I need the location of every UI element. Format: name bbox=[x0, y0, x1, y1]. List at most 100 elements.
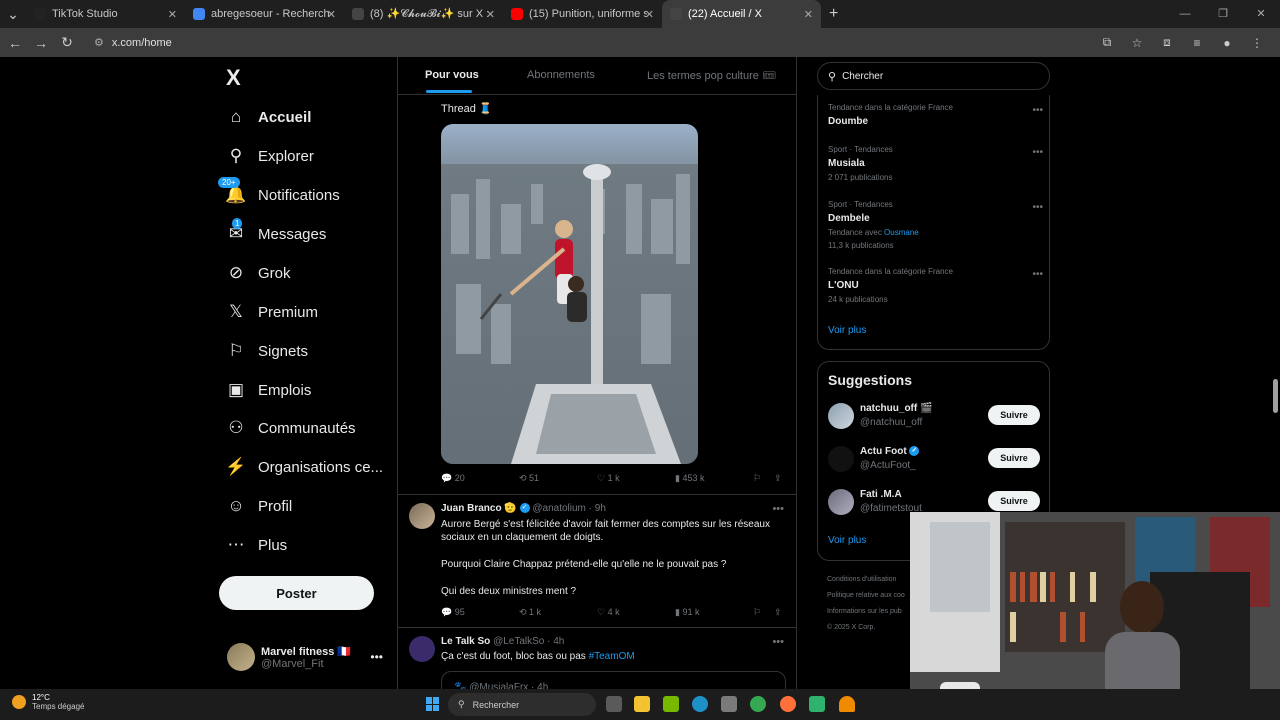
nav-item-signets[interactable]: ⚐ Signets bbox=[226, 339, 308, 363]
tweet-more-icon[interactable]: ••• bbox=[772, 636, 784, 648]
firefox-icon[interactable] bbox=[780, 696, 796, 712]
share-icon[interactable]: ⇪ bbox=[774, 473, 782, 484]
new-tab-button[interactable]: + bbox=[829, 5, 838, 23]
tab-close-icon[interactable]: ✕ bbox=[327, 8, 336, 21]
trend-item[interactable]: Tendance dans la catégorie France Doumbe •… bbox=[828, 103, 1043, 127]
follow-button[interactable]: Suivre bbox=[988, 405, 1040, 425]
trend-more-icon[interactable]: ••• bbox=[1032, 269, 1043, 280]
file-explorer-icon[interactable] bbox=[634, 696, 650, 712]
tab-pour-vous[interactable]: Pour vous bbox=[425, 69, 479, 81]
trend-related-link[interactable]: Ousmane bbox=[884, 228, 919, 237]
avatar[interactable] bbox=[409, 636, 435, 662]
reply-button[interactable]: 💬 20 bbox=[441, 473, 465, 484]
nav-item-notifications[interactable]: 🔔 20+ Notifications bbox=[218, 177, 340, 207]
tweet-more-icon[interactable]: ••• bbox=[772, 503, 784, 515]
edge-icon[interactable] bbox=[692, 696, 708, 712]
app-icon[interactable] bbox=[809, 696, 825, 712]
back-icon[interactable]: ← bbox=[2, 35, 28, 51]
task-view-icon[interactable] bbox=[606, 696, 622, 712]
nav-item-emplois[interactable]: ▣ Emplois bbox=[226, 378, 311, 402]
nav-item-plus[interactable]: ⋯ Plus bbox=[226, 533, 288, 557]
nav-item-messages[interactable]: ✉ 1 Messages bbox=[226, 218, 326, 246]
account-switcher[interactable]: Marvel fitness 🇫🇷 @Marvel_Fit ••• bbox=[227, 643, 387, 671]
footer-ads-link[interactable]: Informations sur les pub bbox=[827, 604, 905, 620]
browser-tab[interactable]: (8) ✨𝓒𝓱𝓸𝓾𝓑𝓲✨ sur X : "@w✕ bbox=[344, 0, 503, 28]
tweet-author-handle[interactable]: @LeTalkSo · 4h bbox=[493, 636, 564, 647]
trends-voir-plus-link[interactable]: Voir plus bbox=[828, 325, 866, 336]
tab-close-icon[interactable]: ✕ bbox=[645, 8, 654, 21]
trend-more-icon[interactable]: ••• bbox=[1032, 202, 1043, 213]
like-button[interactable]: ♡ 4 k bbox=[597, 607, 620, 618]
post-button[interactable]: Poster bbox=[219, 576, 374, 610]
nav-item-premium[interactable]: 𝕏 Premium bbox=[226, 300, 318, 324]
suggestion-item[interactable]: Actu Foot ✓ @ActuFoot_ Suivre bbox=[828, 446, 1040, 474]
nvidia-icon[interactable] bbox=[663, 696, 679, 712]
like-button[interactable]: ♡ 1 k bbox=[597, 473, 620, 484]
avatar[interactable] bbox=[409, 503, 435, 529]
bookmark-star-icon[interactable]: ☆ bbox=[1122, 36, 1152, 50]
tab-list-dropdown-icon[interactable]: ⌄ bbox=[0, 6, 26, 23]
profile-icon[interactable]: ● bbox=[1212, 36, 1242, 50]
nav-item-organisations-ce[interactable]: ⚡ Organisations ce... bbox=[225, 455, 383, 479]
suggestion-item[interactable]: natchuu_off 🎬 @natchuu_off Suivre bbox=[828, 403, 1040, 431]
trend-item[interactable]: Tendance dans la catégorie France L'ONU 24… bbox=[828, 267, 1043, 304]
vlc-icon[interactable] bbox=[839, 696, 855, 712]
nav-item-accueil[interactable]: ⌂ Accueil bbox=[226, 105, 312, 129]
tweet-author-handle[interactable]: @anatolium · 9h bbox=[532, 503, 606, 514]
chrome-icon[interactable] bbox=[750, 696, 766, 712]
weather-widget[interactable]: 12°C Temps dégagé bbox=[12, 693, 84, 711]
trend-item[interactable]: Sport · Tendances Dembele Tendance avec Ou… bbox=[828, 200, 1043, 250]
browser-tab[interactable]: TikTok Studio ✕ bbox=[26, 0, 185, 28]
avatar[interactable] bbox=[828, 489, 854, 515]
views-button[interactable]: ▮ 91 k bbox=[675, 607, 699, 618]
taskbar-search[interactable]: ⚲ Rechercher bbox=[448, 693, 596, 716]
search-input[interactable]: ⚲ Chercher bbox=[817, 62, 1050, 90]
minimize-icon[interactable]: — bbox=[1166, 0, 1204, 28]
reply-button[interactable]: 💬 95 bbox=[441, 607, 465, 618]
views-button[interactable]: ▮ 453 k bbox=[675, 473, 704, 484]
trend-item[interactable]: Sport · Tendances Musiala 2 071 publicatio… bbox=[828, 145, 1043, 182]
repost-button[interactable]: ⟲ 1 k bbox=[519, 607, 541, 618]
bookmark-icon[interactable]: ⚐ bbox=[753, 473, 761, 484]
nav-item-profil[interactable]: ☺ Profil bbox=[226, 494, 292, 518]
footer-privacy-link[interactable]: Politique relative aux coo bbox=[827, 588, 905, 604]
tab-abonnements[interactable]: Abonnements bbox=[527, 69, 595, 81]
windows-start-icon[interactable] bbox=[426, 697, 440, 711]
media-controls-icon[interactable]: ≡ bbox=[1182, 36, 1212, 50]
share-icon[interactable]: ⇪ bbox=[774, 607, 782, 618]
nav-item-explorer[interactable]: ⚲ Explorer bbox=[226, 144, 314, 168]
close-window-icon[interactable]: ✕ bbox=[1242, 0, 1280, 28]
tab-close-icon[interactable]: ✕ bbox=[486, 8, 495, 21]
tweet-media-image[interactable] bbox=[441, 124, 698, 464]
avatar[interactable] bbox=[828, 446, 854, 472]
repost-button[interactable]: ⟲ 51 bbox=[519, 473, 539, 484]
tweet-author-name[interactable]: Juan Branco 🫡 bbox=[441, 503, 517, 514]
nav-item-communautés[interactable]: ⚇ Communautés bbox=[226, 416, 355, 440]
browser-tab[interactable]: abregesoeur - Recherche Goog✕ bbox=[185, 0, 344, 28]
footer-terms-link[interactable]: Conditions d'utilisation bbox=[827, 572, 905, 588]
follow-button[interactable]: Suivre bbox=[988, 448, 1040, 468]
tab-close-icon[interactable]: ✕ bbox=[804, 8, 813, 21]
scrollbar-thumb[interactable] bbox=[1273, 379, 1278, 413]
x-logo-icon[interactable]: X bbox=[226, 65, 241, 91]
browser-tab[interactable]: (15) Punition, uniforme scolaire✕ bbox=[503, 0, 662, 28]
browser-menu-icon[interactable]: ⋮ bbox=[1242, 36, 1272, 50]
forward-icon[interactable]: → bbox=[28, 35, 54, 51]
trend-more-icon[interactable]: ••• bbox=[1032, 105, 1043, 116]
browser-tab[interactable]: (22) Accueil / X ✕ bbox=[662, 0, 821, 28]
extensions-icon[interactable]: ⧈ bbox=[1152, 35, 1182, 50]
install-app-icon[interactable]: ⧉ bbox=[1092, 35, 1122, 50]
tab-pop-culture[interactable]: Les termes pop culture 🎟 bbox=[647, 69, 776, 82]
reload-icon[interactable]: ↻ bbox=[54, 34, 80, 51]
avatar[interactable] bbox=[828, 403, 854, 429]
tweet-author-name[interactable]: Le Talk So bbox=[441, 636, 490, 647]
more-icon[interactable]: ••• bbox=[370, 650, 383, 664]
site-info-icon[interactable]: ⚙ bbox=[94, 36, 104, 49]
suggestions-voir-plus-link[interactable]: Voir plus bbox=[828, 535, 866, 546]
nav-item-grok[interactable]: ⊘ Grok bbox=[226, 261, 291, 285]
follow-button[interactable]: Suivre bbox=[988, 491, 1040, 511]
trend-more-icon[interactable]: ••• bbox=[1032, 147, 1043, 158]
store-icon[interactable] bbox=[721, 696, 737, 712]
tab-close-icon[interactable]: ✕ bbox=[168, 8, 177, 21]
hashtag-link[interactable]: #TeamOM bbox=[589, 651, 635, 662]
